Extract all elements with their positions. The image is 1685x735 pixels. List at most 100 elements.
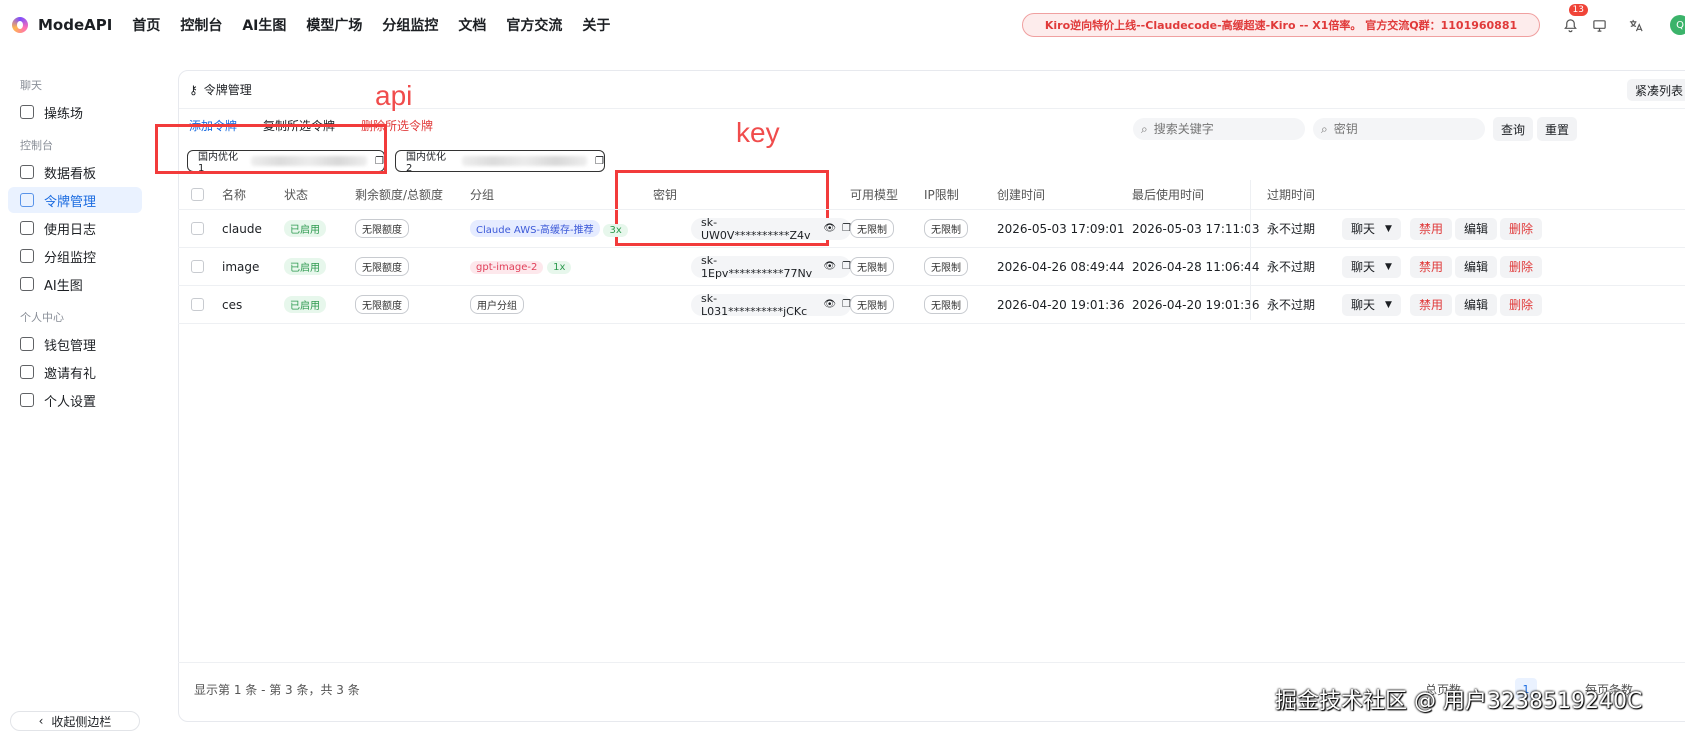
key-input[interactable] — [1333, 122, 1484, 136]
edit-button[interactable]: 编辑 — [1455, 217, 1498, 240]
table-header-row: 名称 状态 剩余额度/总额度 分组 密钥 可用模型 IP限制 创建时间 最后使用… — [178, 180, 1685, 210]
monitor-icon[interactable] — [1587, 13, 1611, 37]
gift-icon — [20, 365, 34, 379]
row-checkbox[interactable] — [191, 222, 204, 235]
dashboard-icon — [20, 165, 34, 179]
delete-button[interactable]: 删除 — [1500, 255, 1543, 278]
last-used-time: 2026-04-20 19:01:36 — [1132, 297, 1260, 312]
col-last-used: 最后使用时间 — [1132, 188, 1205, 202]
sidebar-item-settings[interactable]: 个人设置 — [8, 387, 142, 413]
disable-button[interactable]: 禁用 — [1410, 255, 1453, 278]
nav-model-market[interactable]: 模型广场 — [306, 15, 362, 35]
quota-badge: 无限额度 — [355, 257, 409, 276]
status-badge: 已启用 — [284, 258, 326, 275]
sidebar-item-label: 数据看板 — [44, 166, 97, 182]
token-table: 名称 状态 剩余额度/总额度 分组 密钥 可用模型 IP限制 创建时间 最后使用… — [178, 180, 1685, 324]
notification-bell-icon[interactable]: 13 — [1558, 4, 1588, 37]
api-key-field[interactable]: sk-1Epv**********77Nv 👁 ❐ — [691, 253, 851, 280]
nav-group-monitor[interactable]: 分组监控 — [382, 15, 438, 35]
nav-about[interactable]: 关于 — [582, 15, 610, 35]
eye-icon[interactable]: 👁 — [823, 299, 836, 310]
collapse-sidebar-button[interactable]: ‹ 收起侧边栏 — [10, 711, 140, 731]
row-checkbox[interactable] — [191, 260, 204, 273]
image-icon — [20, 277, 34, 291]
sidebar-item-invite[interactable]: 邀请有礼 — [8, 359, 142, 385]
key-icon: ⚷ — [189, 82, 198, 97]
table-row: claude 已启用 无限额度 Claude AWS-高缓存-推荐 3x sk-… — [178, 210, 1685, 248]
pagination-info: 显示第 1 条 - 第 3 条，共 3 条 — [194, 683, 360, 697]
sidebar-item-label: 操练场 — [44, 106, 84, 122]
col-created: 创建时间 — [997, 188, 1046, 202]
chat-button[interactable]: 聊天 ▼ — [1342, 293, 1401, 316]
chevron-down-icon[interactable]: ▼ — [1385, 300, 1392, 310]
edit-button[interactable]: 编辑 — [1455, 293, 1498, 316]
sidebar-item-label: AI生图 — [44, 278, 83, 294]
delete-button[interactable]: 删除 — [1500, 217, 1543, 240]
app-logo[interactable]: ModeAPI — [12, 16, 112, 34]
chevron-down-icon[interactable]: ▼ — [1385, 262, 1392, 272]
logo-icon — [12, 17, 28, 33]
reset-button[interactable]: 重置 — [1537, 117, 1578, 141]
chevron-left-icon: ‹ — [38, 714, 44, 728]
edit-button[interactable]: 编辑 — [1455, 255, 1498, 278]
chat-label: 聊天 — [1351, 260, 1376, 274]
keyword-search[interactable]: ⌕ — [1133, 118, 1305, 140]
select-all-checkbox[interactable] — [191, 188, 204, 201]
models-badge: 无限制 — [850, 257, 894, 276]
last-used-time: 2026-05-03 17:11:03 — [1132, 221, 1260, 236]
delete-button[interactable]: 删除 — [1500, 293, 1543, 316]
nav-ai-image[interactable]: AI生图 — [242, 15, 286, 35]
ratio-badge: 3x — [603, 224, 628, 237]
sidebar-item-label: 令牌管理 — [44, 194, 97, 210]
sidebar-item-group-monitor[interactable]: 分组监控 — [8, 243, 142, 269]
sidebar-item-playground[interactable]: 操练场 — [8, 99, 142, 125]
disable-button[interactable]: 禁用 — [1410, 217, 1453, 240]
sidebar-item-dashboard[interactable]: 数据看板 — [8, 159, 142, 185]
group-badge: Claude AWS-高缓存-推荐 — [470, 220, 600, 237]
api-key-field[interactable]: sk-UW0V**********Z4v 👁 ❐ — [691, 216, 851, 242]
eye-icon[interactable]: 👁 — [823, 223, 836, 234]
chat-button[interactable]: 聊天 ▼ — [1342, 217, 1401, 240]
api-key-field[interactable]: sk-L031**********jCKc 👁 ❐ — [691, 292, 851, 318]
announcement-banner[interactable]: Kiro逆向特价上线--Claudecode-高缓超速-Kiro -- X1倍率… — [1022, 13, 1540, 37]
key-annotation-label: key — [736, 117, 780, 148]
sidebar-item-logs[interactable]: 使用日志 — [8, 215, 142, 241]
quota-badge: 无限额度 — [355, 219, 409, 238]
nav-community[interactable]: 官方交流 — [506, 15, 562, 35]
token-name: image — [222, 259, 260, 274]
sidebar-item-tokens[interactable]: 令牌管理 — [8, 187, 142, 213]
sidebar-item-ai-image[interactable]: AI生图 — [8, 271, 142, 297]
status-badge: 已启用 — [284, 220, 326, 237]
key-search[interactable]: ⌕ — [1313, 118, 1485, 140]
app-name: ModeAPI — [38, 16, 113, 34]
api-annotation-box — [155, 124, 387, 174]
api-pill-label: 国内优化2 — [406, 152, 446, 174]
sidebar-item-wallet[interactable]: 钱包管理 — [8, 331, 142, 357]
user-avatar[interactable]: Q — [1670, 15, 1685, 35]
ip-badge: 无限制 — [924, 295, 968, 314]
models-badge: 无限制 — [850, 295, 894, 314]
keyword-input[interactable] — [1153, 122, 1304, 136]
copy-icon[interactable]: ❐ — [595, 156, 604, 167]
sidebar-item-label: 分组监控 — [44, 250, 97, 266]
chat-button[interactable]: 聊天 ▼ — [1342, 255, 1401, 278]
table-row: ces 已启用 无限额度 用户分组 sk-L031**********jCKc … — [178, 286, 1685, 324]
chevron-down-icon[interactable]: ▼ — [1385, 224, 1392, 234]
translate-icon[interactable] — [1623, 13, 1647, 37]
api-key-value: sk-1Epv**********77Nv — [701, 253, 813, 280]
disable-button[interactable]: 禁用 — [1410, 293, 1453, 316]
created-time: 2026-05-03 17:09:01 — [997, 221, 1125, 236]
nav-console[interactable]: 控制台 — [180, 15, 222, 35]
api-endpoint-pill-2[interactable]: 国内优化2 ❐ — [395, 150, 605, 174]
nav-docs[interactable]: 文档 — [458, 15, 486, 35]
query-button[interactable]: 查询 — [1493, 117, 1534, 141]
row-checkbox[interactable] — [191, 298, 204, 311]
collapse-label: 收起侧边栏 — [51, 714, 112, 729]
col-name: 名称 — [222, 188, 247, 202]
nav-home[interactable]: 首页 — [132, 15, 160, 35]
compact-list-button[interactable]: 紧凑列表 — [1627, 79, 1685, 101]
eye-icon[interactable]: 👁 — [823, 261, 836, 272]
token-card: ⚷ 令牌管理 紧凑列表 添加令牌 复制所选令牌 删除所选令牌 ⌕ ⌕ 查询 重置… — [178, 70, 1685, 722]
quota-badge: 无限额度 — [355, 295, 409, 314]
sidebar-item-label: 使用日志 — [44, 222, 97, 238]
